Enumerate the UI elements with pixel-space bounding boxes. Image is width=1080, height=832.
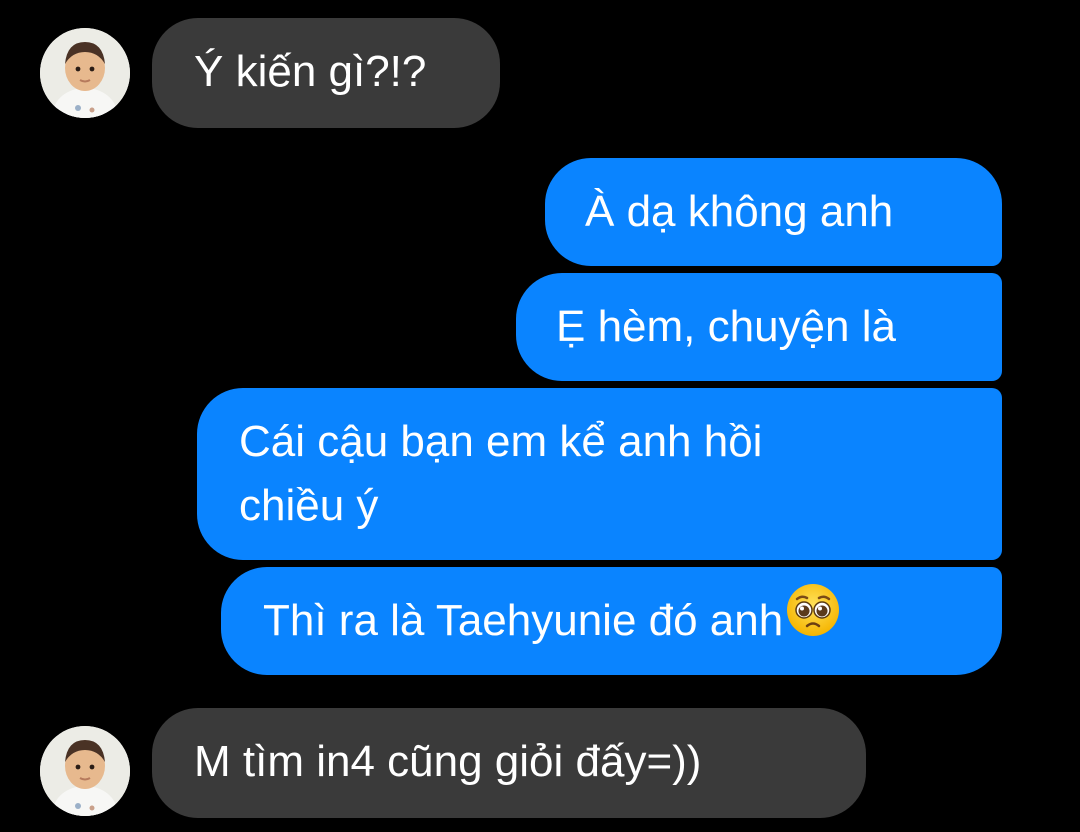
contact-avatar[interactable]	[40, 726, 130, 816]
child-photo-icon	[40, 726, 130, 816]
message-text: Thì ra là Taehyunie đó anh	[263, 596, 784, 645]
message-text-line: chiều ý	[239, 481, 379, 530]
message-bubble-outgoing[interactable]: Cái cậu bạn em kể anh hồi chiều ý	[197, 388, 1002, 560]
message-text: Ý kiến gì?!?	[194, 47, 427, 96]
message-text: M tìm in4 cũng giỏi đấy=))	[194, 737, 702, 786]
pleading-face-icon	[785, 582, 841, 656]
message-text: Ẹ hèm, chuyện là	[556, 302, 896, 351]
message-bubble-outgoing[interactable]: À dạ không anh	[545, 158, 1002, 266]
message-bubble-incoming[interactable]: Ý kiến gì?!?	[152, 18, 500, 128]
message-bubble-outgoing[interactable]: Ẹ hèm, chuyện là	[516, 273, 1002, 381]
child-photo-icon	[40, 28, 130, 118]
message-bubble-outgoing[interactable]: Thì ra là Taehyunie đó anh	[221, 567, 1002, 675]
message-text-line: Cái cậu bạn em kể anh hồi	[239, 417, 763, 466]
message-text: À dạ không anh	[585, 187, 894, 236]
contact-avatar[interactable]	[40, 28, 130, 118]
message-bubble-incoming[interactable]: M tìm in4 cũng giỏi đấy=))	[152, 708, 866, 818]
